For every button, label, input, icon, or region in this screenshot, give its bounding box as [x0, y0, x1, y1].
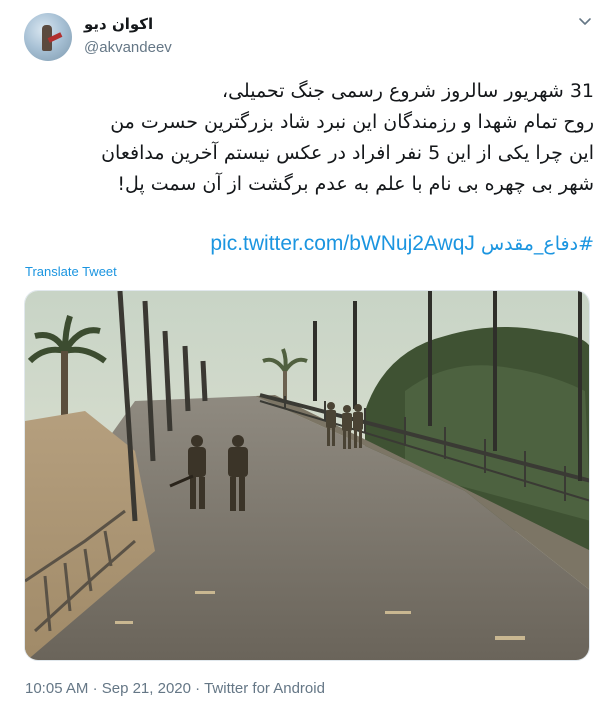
tweet-card: اکوان دیو @akvandeev 31 شهریور سالروز شر… [0, 0, 608, 705]
tweet-meta: 10:05 AM · Sep 21, 2020 · Twitter for An… [25, 680, 325, 697]
tweet-photo[interactable] [24, 290, 590, 661]
tweet-text-line: 31 شهریور سالروز شروع رسمی جنگ تحمیلی، [221, 80, 594, 102]
tweet-links: #دفاع_مقدس pic.twitter.com/bWNuj2AwqJ [22, 230, 594, 258]
avatar[interactable] [24, 13, 72, 61]
tweet-time[interactable]: 10:05 AM [25, 680, 88, 697]
tweet-text-line: روح تمام شهدا و رزمندگان این نبرد شاد بز… [110, 111, 594, 133]
tweet-date[interactable]: Sep 21, 2020 [102, 680, 191, 697]
chevron-down-icon[interactable] [576, 12, 594, 30]
tweet-text: 31 شهریور سالروز شروع رسمی جنگ تحمیلی، ر… [22, 76, 594, 200]
meta-separator: · [92, 680, 98, 697]
hashtag-link[interactable]: #دفاع_مقدس [481, 233, 594, 255]
translate-tweet-link[interactable]: Translate Tweet [25, 264, 117, 279]
media-link[interactable]: pic.twitter.com/bWNuj2AwqJ [210, 232, 475, 255]
tweet-source[interactable]: Twitter for Android [204, 680, 325, 697]
photo-bridge-soldiers-image [25, 291, 589, 660]
author-handle[interactable]: @akvandeev [84, 39, 172, 56]
tweet-text-line: این چرا یکی از این 5 نفر افراد در عکس نی… [101, 142, 594, 164]
author-names: اکوان دیو @akvandeev [84, 15, 172, 56]
author-display-name[interactable]: اکوان دیو [84, 15, 172, 35]
meta-separator: · [195, 680, 201, 697]
tweet-text-line: شهر بی چهره بی نام با علم به عدم برگشت ا… [117, 173, 594, 195]
